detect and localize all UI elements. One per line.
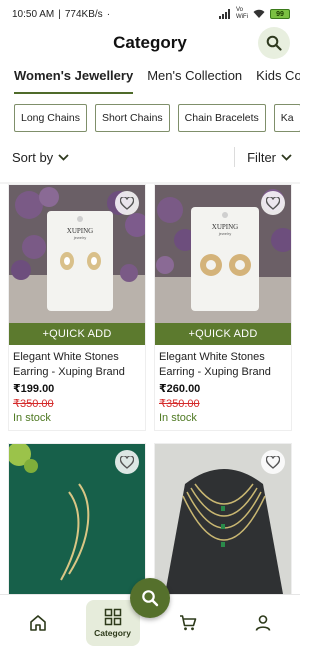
wishlist-button[interactable] [115,450,139,474]
wishlist-button[interactable] [261,191,285,215]
status-time: 10:50 AM [12,8,55,20]
wifi-icon [253,9,265,18]
quick-add-button[interactable]: +QUICK ADD [9,323,145,345]
home-icon [29,614,46,631]
profile-icon [255,614,270,631]
product-info: Elegant White Stones Earring - Xuping Br… [155,345,291,430]
stock-status: In stock [159,412,197,424]
nav-home[interactable] [11,600,65,646]
wishlist-button[interactable] [115,191,139,215]
chevron-down-icon [58,153,69,161]
product-mrp: ₹350.00 [159,398,200,410]
chip-partial[interactable]: Ka [273,104,300,132]
product-card[interactable] [8,443,146,595]
product-name[interactable]: Elegant White Stones Earring - Xuping Br… [13,350,141,380]
heart-icon [120,196,134,210]
chip-chain-bracelets[interactable]: Chain Bracelets [177,104,266,132]
nav-profile[interactable] [236,600,290,646]
filter-label: Filter [247,149,276,165]
nav-cart[interactable] [161,600,215,646]
sort-by-button[interactable]: Sort by [12,150,69,165]
heart-icon [266,196,280,210]
chip-long-chains[interactable]: Long Chains [14,104,87,132]
tab-womens-jewellery[interactable]: Women's Jewellery [14,68,134,94]
product-card[interactable]: XUPING jewelry +QUICK ADD Elegant White … [154,184,292,431]
chevron-down-icon [281,153,292,161]
vowifi-label: Vo WiFi [236,7,248,20]
cart-icon [179,614,196,630]
chip-short-chains[interactable]: Short Chains [94,104,170,132]
search-icon [266,35,282,51]
category-icon [104,608,121,625]
heart-icon [266,455,280,469]
product-image[interactable] [155,444,291,594]
product-name[interactable]: Elegant White Stones Earring - Xuping Br… [159,350,287,380]
product-price: ₹260.00 [159,383,201,395]
filter-button[interactable]: Filter [247,150,292,165]
product-card[interactable]: XUPING jewelry +QUICK ADD Elegant White … [8,184,146,431]
status-bar: 10:50 AM | 774KB/s · Vo WiFi 99 [0,0,300,28]
product-image[interactable]: XUPING jewelry [9,185,145,323]
floating-search-button[interactable] [130,578,170,618]
card-brand-text: XUPING [67,227,93,235]
product-image[interactable] [9,444,145,594]
card-sub-text: jewelry [218,231,231,236]
signal-icon [219,9,230,19]
product-mrp: ₹350.00 [13,398,54,410]
tab-kids-collection[interactable]: Kids Co [256,68,300,94]
page-title: Category [113,33,187,52]
product-grid: XUPING jewelry +QUICK ADD Elegant White … [0,184,300,595]
heart-icon [120,455,134,469]
card-brand-text: XUPING [212,223,238,231]
category-tabs: Women's Jewellery Men's Collection Kids … [0,68,300,94]
divider [234,147,236,167]
search-icon [142,590,159,607]
quick-add-button[interactable]: +QUICK ADD [155,323,291,345]
subcategory-chips: Long Chains Short Chains Chain Bracelets… [0,104,300,134]
nav-category-label: Category [94,627,131,638]
product-image[interactable]: XUPING jewelry [155,185,291,323]
status-net-speed: 774KB/s [64,8,103,20]
header-search-button[interactable] [258,27,290,59]
tab-mens-collection[interactable]: Men's Collection [147,68,242,94]
product-info: Elegant White Stones Earring - Xuping Br… [9,345,145,430]
product-price: ₹199.00 [13,383,55,395]
card-sub-text: jewelry [73,235,86,240]
sort-filter-bar: Sort by Filter [0,146,300,168]
sort-by-label: Sort by [12,149,54,165]
product-card[interactable] [154,443,292,595]
stock-status: In stock [13,412,51,424]
battery-icon: 99 [270,9,290,19]
page-header: Category [0,27,300,59]
wishlist-button[interactable] [261,450,285,474]
